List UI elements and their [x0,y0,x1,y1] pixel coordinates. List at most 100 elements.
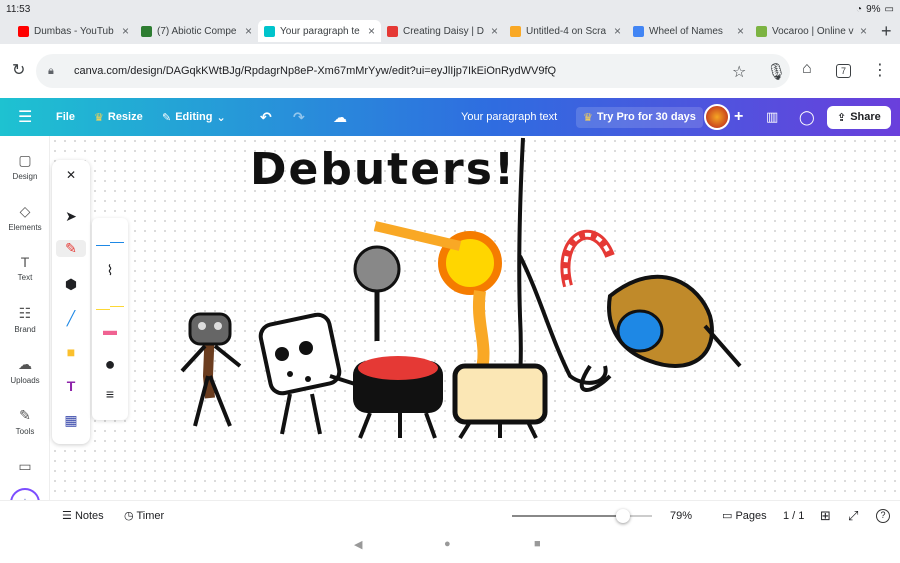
close-tab-icon[interactable]: × [122,24,129,38]
favicon-icon [18,25,29,37]
home-nav-icon[interactable]: ● [444,538,451,550]
redo-icon[interactable]: ↷ [293,109,305,126]
line-icon[interactable]: ╱ [52,310,90,327]
close-tab-icon[interactable]: × [245,24,252,38]
more-menu-icon[interactable]: ⋮ [872,60,888,80]
notes-icon: ☰ [62,510,72,522]
home-icon[interactable]: ⌂ [802,60,812,78]
sidebar-item-tools[interactable]: ✎ Tools [0,407,50,436]
add-collaborator-icon[interactable]: + [734,108,743,126]
editor-sidebar: ▢ Design ◇ Elements T Text ☷ Brand ☁ Uploads ✎ Tool… [0,136,50,518]
favicon-icon [264,25,275,37]
select-arrow-icon[interactable]: ➤ [52,208,90,225]
browser-tab[interactable]: (7) Abiotic Compe × [135,20,258,42]
shape-icon[interactable]: ⬢ [52,276,90,293]
sticky-note-icon[interactable]: ■ [52,344,90,360]
sidebar-item-design[interactable]: ▢ Design [0,152,50,181]
close-tab-icon[interactable]: × [368,24,375,38]
color-black-icon[interactable]: ● [92,354,128,375]
bookmark-icon[interactable]: ☆ [732,62,746,82]
file-menu[interactable]: File [56,111,75,123]
comment-icon[interactable]: ◯ [799,109,815,126]
menu-icon[interactable]: ☰ [18,107,32,127]
canva-toolbar: ☰ File ♛ Resize ✎ Editing ⌄ ↶ ↷ ☁ Your para… [0,98,900,136]
pen-blue-icon[interactable]: ⎽⎼ [92,230,128,247]
timer-button[interactable]: ◷ Timer [124,509,164,522]
microphone-icon[interactable]: 🎙︎ [766,62,786,82]
marker-yellow-icon[interactable]: ⎽⎼ [92,294,128,311]
close-tab-icon[interactable]: × [860,24,867,38]
sidebar-item-label: Tools [15,427,35,436]
eraser-icon[interactable]: ▬ [92,322,128,338]
zoom-slider[interactable] [512,509,652,523]
tab-title: Vocaroo | Online v [772,25,854,37]
try-pro-button[interactable]: ♛ Try Pro for 30 days [576,106,703,128]
browser-tab-strip: Dumbas - YouTub × (7) Abiotic Compe × Your p… [0,18,900,44]
battery-label: 9% [866,3,881,15]
sidebar-item-text[interactable]: T Text [0,254,50,282]
crown-icon: ♛ [583,111,593,124]
close-tab-icon[interactable]: × [737,24,744,38]
system-status-bar: 11:53 ◔ 9% ▭ [0,0,900,18]
tab-count-button[interactable]: 7 [836,64,852,78]
undo-icon[interactable]: ↶ [260,109,272,126]
pen-icon[interactable]: ✎ [56,240,86,257]
tab-title: (7) Abiotic Compe [157,25,237,37]
draw-tools-panel: ✕ ➤ ✎ ⬢ ╱ ■ T ▦ [52,160,90,444]
url-field[interactable]: 🔒︎ canva.com/design/DAGqkKWtBJg/RpdagrNp… [36,54,790,88]
help-icon[interactable]: ? [876,508,890,523]
share-button[interactable]: ⇪ Share [827,105,891,129]
browser-tab[interactable]: Vocaroo | Online v × [750,20,873,42]
browser-tab[interactable]: Dumbas - YouTub × [12,20,135,42]
zoom-level[interactable]: 79% [670,510,692,522]
sidebar-item-label: Design [12,172,38,181]
design-canvas[interactable]: Debuters! [50,136,900,500]
fullscreen-icon[interactable]: ⤢ [848,508,858,524]
character-stick [180,312,242,427]
close-tab-icon[interactable]: × [614,24,621,38]
stroke-weight-icon[interactable]: ≡ [92,386,128,402]
clock: 11:53 [6,3,31,15]
close-tab-icon[interactable]: × [491,24,498,38]
cloud-save-icon[interactable]: ☁ [333,109,347,126]
insights-icon[interactable]: ▥ [766,109,778,125]
sidebar-item-uploads[interactable]: ☁ Uploads [0,356,50,385]
character-dice [258,312,356,435]
sidebar-item-label: Elements [8,223,42,232]
new-tab-icon[interactable]: + [881,21,892,42]
back-icon[interactable]: ◀ [354,538,362,551]
tab-title: Untitled-4 on Scra [526,25,607,37]
avatar[interactable] [704,104,730,130]
sidebar-item-brand[interactable]: ☷ Brand [0,305,50,334]
browser-tab[interactable]: Your paragraph te × [258,20,381,42]
upload-icon: ⇪ [837,111,847,124]
folder-icon[interactable]: ▭ [0,458,50,478]
resize-button[interactable]: ♛ Resize [94,111,143,124]
editing-mode-button[interactable]: ✎ Editing ⌄ [162,111,226,124]
android-nav-bar: ◀ ● ■ [0,530,900,563]
text-tool-icon[interactable]: T [52,378,90,394]
text-icon: T [20,254,30,270]
drawing-title: Debuters! [250,144,517,195]
character-bowl [353,245,443,439]
sidebar-item-elements[interactable]: ◇ Elements [0,203,50,232]
pencil-icon: ✎ [162,111,172,124]
notes-button[interactable]: ☰ Notes [62,509,104,522]
favicon-icon [387,25,398,37]
recents-icon[interactable]: ■ [534,538,541,550]
tools-icon: ✎ [19,407,31,423]
editor-footer: ☰ Notes ◷ Timer 79% ▭ Pages 1 / 1 ⊞ ⤢ ? [0,500,900,530]
reload-icon[interactable]: ↻ [12,60,25,80]
close-icon[interactable]: ✕ [52,168,90,182]
table-icon[interactable]: ▦ [52,412,90,429]
favicon-icon [633,25,644,37]
browser-tab[interactable]: Creating Daisy | D × [381,20,504,42]
elements-icon: ◇ [19,203,31,219]
grid-view-icon[interactable]: ⊞ [820,508,831,524]
browser-tab[interactable]: Wheel of Names × [627,20,750,42]
pages-button[interactable]: ▭ Pages [722,509,767,522]
document-title[interactable]: Your paragraph text [461,111,557,123]
zoom-slider-handle[interactable] [615,509,630,523]
pen-black-icon[interactable]: ⌇ [92,262,128,279]
browser-tab[interactable]: Untitled-4 on Scra × [504,20,627,42]
